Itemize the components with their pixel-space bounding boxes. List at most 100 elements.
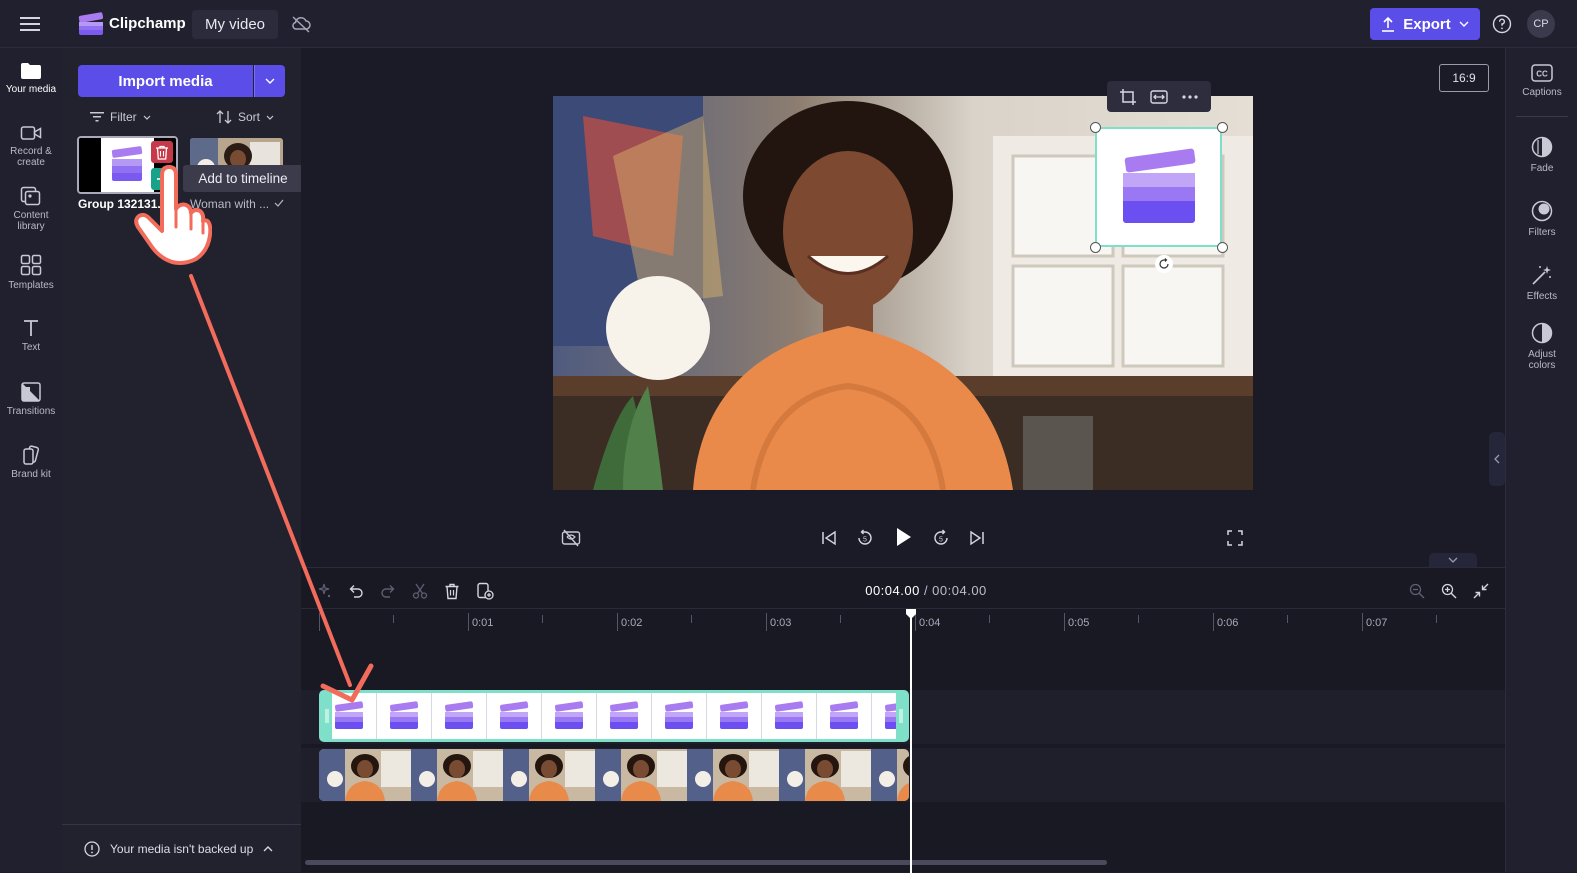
- ruler-minor-tick: [1287, 615, 1288, 623]
- rotate-handle-icon[interactable]: [1155, 255, 1173, 273]
- delete-media-button[interactable]: [151, 141, 173, 163]
- nav-transitions[interactable]: Transitions: [0, 382, 62, 417]
- collapse-properties-panel-handle[interactable]: [1489, 432, 1505, 486]
- nav-your-media[interactable]: Your media: [0, 62, 62, 95]
- svg-text:5: 5: [939, 537, 943, 544]
- sticker-overlay[interactable]: [1095, 127, 1222, 247]
- zoom-in-icon[interactable]: [1438, 580, 1460, 602]
- brand-kit-icon: [23, 445, 40, 465]
- undo-icon[interactable]: [345, 580, 367, 602]
- hide-overlay-icon[interactable]: [559, 526, 583, 550]
- user-avatar[interactable]: CP: [1527, 10, 1555, 38]
- element-toolbar: [1107, 81, 1211, 112]
- resize-handle-top-left[interactable]: [1090, 122, 1101, 133]
- more-options-icon[interactable]: [1179, 86, 1201, 108]
- skip-to-start-icon[interactable]: [817, 526, 841, 550]
- crop-icon[interactable]: [1117, 86, 1139, 108]
- aspect-ratio-button[interactable]: 16:9: [1439, 64, 1489, 92]
- ruler-tick-label: 0:05: [1068, 617, 1090, 629]
- filter-button[interactable]: Filter: [90, 108, 151, 126]
- svg-text:5: 5: [863, 537, 867, 544]
- panel-fade[interactable]: Fade: [1506, 136, 1577, 174]
- skip-to-end-icon[interactable]: [965, 526, 989, 550]
- playhead-handle-icon[interactable]: [905, 608, 917, 620]
- ruler-minor-tick: [1436, 615, 1437, 623]
- export-button[interactable]: Export: [1370, 8, 1480, 40]
- play-icon[interactable]: [891, 525, 915, 549]
- project-name-field[interactable]: My video: [192, 10, 278, 39]
- properties-panel: CC Captions Fade Filters Effects Adjust …: [1505, 48, 1577, 872]
- timeline-scrollbar[interactable]: [305, 860, 1107, 865]
- backup-message: Your media isn't backed up: [110, 841, 254, 856]
- playhead[interactable]: [910, 614, 912, 873]
- duplicate-clip-icon[interactable]: [474, 580, 496, 602]
- video-clip-frame: [871, 749, 909, 801]
- fit-icon[interactable]: [1148, 86, 1170, 108]
- zoom-out-icon[interactable]: [1406, 580, 1428, 602]
- nav-brand-kit[interactable]: Brand kit: [0, 445, 62, 480]
- sort-label: Sort: [238, 110, 261, 124]
- menu-icon[interactable]: [14, 12, 46, 36]
- nav-label: Your media: [5, 84, 57, 95]
- ruler-major-tick: [1213, 613, 1214, 631]
- app-name: Clipchamp: [109, 15, 186, 32]
- nav-content-library[interactable]: Content library: [0, 186, 62, 232]
- rewind-5s-icon[interactable]: 5: [853, 526, 877, 550]
- text-icon: [24, 320, 38, 336]
- resize-handle-top-right[interactable]: [1217, 122, 1228, 133]
- help-icon[interactable]: [1491, 13, 1513, 35]
- nav-text[interactable]: Text: [0, 318, 62, 353]
- panel-captions[interactable]: CC Captions: [1506, 64, 1577, 98]
- trash-icon: [156, 145, 168, 160]
- clapperboard-sticker-image: [1123, 148, 1196, 223]
- forward-5s-icon[interactable]: 5: [929, 526, 953, 550]
- sticker-clip-frame: [652, 693, 707, 739]
- ruler-major-tick: [617, 613, 618, 631]
- collapse-timeline-handle[interactable]: [1429, 553, 1477, 567]
- panel-label: Filters: [1528, 227, 1556, 238]
- redo-icon[interactable]: [377, 580, 399, 602]
- chevron-left-icon: [1494, 454, 1500, 464]
- clip-trim-handle-left[interactable]: [322, 693, 332, 739]
- panel-effects[interactable]: Effects: [1506, 264, 1577, 302]
- timeline-ruler[interactable]: 0:01 0:02 0:03 0:04 0:05 0:06 0:07: [301, 608, 1505, 634]
- svg-text:CC: CC: [1536, 70, 1548, 79]
- video-clip-frame: [687, 749, 779, 801]
- chevron-up-icon[interactable]: [263, 845, 273, 852]
- ruler-tick-label: 0:06: [1217, 617, 1239, 629]
- magic-icon[interactable]: [313, 580, 335, 602]
- resize-handle-bottom-right[interactable]: [1217, 242, 1228, 253]
- sticker-clip[interactable]: [319, 690, 909, 742]
- video-clip-frame: [503, 749, 595, 801]
- sort-button[interactable]: Sort: [216, 108, 274, 126]
- export-label: Export: [1403, 15, 1451, 33]
- transitions-icon: [21, 382, 41, 402]
- ruler-minor-tick: [1138, 615, 1139, 623]
- sticker-clip-frame: [377, 693, 432, 739]
- import-media-button[interactable]: Import media: [78, 65, 253, 97]
- current-time: 00:04.00: [865, 583, 920, 598]
- nav-label: Text: [21, 342, 41, 353]
- delete-clip-icon[interactable]: [441, 580, 463, 602]
- panel-filters[interactable]: Filters: [1506, 200, 1577, 238]
- camera-icon: [20, 126, 42, 140]
- ruler-tick-label: 0:07: [1366, 617, 1388, 629]
- fit-timeline-icon[interactable]: [1470, 580, 1492, 602]
- cloud-off-icon[interactable]: [290, 14, 312, 34]
- check-icon: [274, 198, 284, 208]
- ruler-tick-label: 0:01: [472, 617, 494, 629]
- resize-handle-bottom-left[interactable]: [1090, 242, 1101, 253]
- split-icon[interactable]: [409, 580, 431, 602]
- import-options-button[interactable]: [254, 65, 285, 97]
- clip-trim-handle-right[interactable]: [896, 693, 906, 739]
- fullscreen-icon[interactable]: [1223, 526, 1247, 550]
- panel-adjust-colors[interactable]: Adjust colors: [1506, 322, 1577, 371]
- backup-status-bar[interactable]: Your media isn't backed up: [62, 824, 301, 872]
- ruler-minor-tick: [393, 615, 394, 623]
- nav-label: Content library: [13, 210, 49, 232]
- templates-icon: [20, 254, 42, 276]
- clipchamp-logo-icon: [78, 12, 104, 36]
- nav-templates[interactable]: Templates: [0, 254, 62, 291]
- video-clip[interactable]: [319, 749, 909, 801]
- nav-record-create[interactable]: Record & create: [0, 124, 62, 168]
